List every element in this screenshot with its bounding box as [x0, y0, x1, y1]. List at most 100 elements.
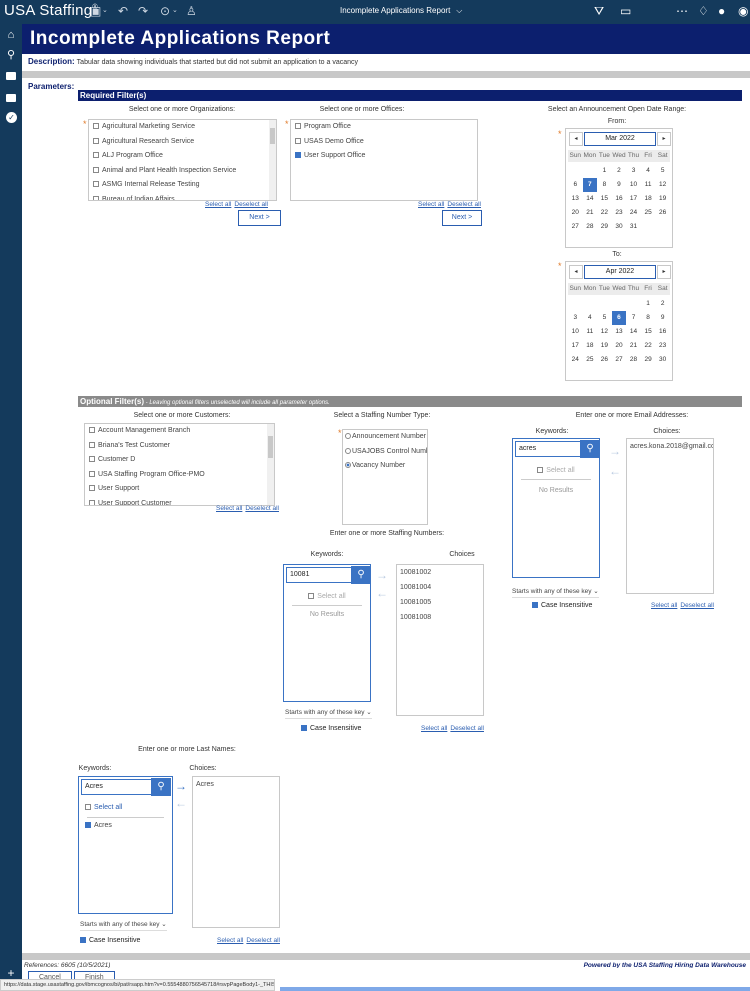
list-item[interactable]: ALJ Program Office — [89, 149, 276, 164]
arrow-left-icon[interactable]: ← — [609, 464, 621, 478]
search-icon[interactable]: ⚲ — [4, 48, 18, 62]
checkbox[interactable] — [93, 166, 99, 173]
calendar-day[interactable]: 9 — [655, 311, 670, 325]
checkbox[interactable] — [89, 499, 95, 505]
from-calendar[interactable]: ◂ Mar 2022 ▸ Sun Mon Tue Wed Thu Fri Sat 12345… — [565, 128, 673, 248]
list-item[interactable]: User Support — [85, 482, 274, 497]
calendar-day[interactable]: 17 — [626, 192, 641, 206]
case-insensitive-checkbox[interactable]: Case Insensitive — [532, 602, 592, 609]
list-item[interactable]: Program Office — [291, 120, 477, 135]
checkbox[interactable] — [89, 470, 95, 477]
calendar-day[interactable]: 5 — [655, 164, 670, 178]
checkbox[interactable] — [93, 137, 99, 144]
calendar-day[interactable]: 27 — [568, 220, 583, 234]
calendar-day[interactable]: 16 — [612, 192, 627, 206]
calendar-day[interactable]: 14 — [583, 192, 598, 206]
result-item[interactable]: Acres — [85, 822, 112, 829]
staffing-search-input[interactable]: 10081 — [286, 567, 352, 583]
list-item[interactable]: Agricultural Marketing Service — [89, 120, 276, 135]
month-display[interactable]: Apr 2022 — [584, 265, 656, 279]
checkbox[interactable] — [93, 152, 99, 158]
arrow-right-icon[interactable]: → — [609, 444, 621, 458]
list-item[interactable]: Bureau of Indian Affairs — [89, 193, 276, 200]
select-all-link[interactable]: Select all — [651, 602, 677, 609]
staffing-choices-list[interactable]: 10081002 10081004 10081005 10081008 — [396, 564, 484, 716]
radio-button[interactable] — [345, 462, 351, 468]
scrollbar[interactable] — [269, 120, 276, 200]
calendar-day[interactable]: 28 — [626, 353, 641, 367]
calendar-day[interactable]: 21 — [583, 206, 598, 220]
calendar-day[interactable]: 23 — [612, 206, 627, 220]
choice-item[interactable]: 10081005 — [397, 595, 483, 610]
checkbox[interactable] — [93, 123, 99, 129]
last-name-choices-list[interactable]: Acres — [192, 776, 280, 928]
calendar-day[interactable]: 2 — [655, 297, 670, 311]
redo-icon[interactable]: ↷ — [138, 3, 148, 19]
email-choices-list[interactable]: acres.kona.2018@gmail.com — [626, 438, 714, 594]
case-insensitive-checkbox[interactable]: Case Insensitive — [301, 725, 361, 732]
deselect-all-link[interactable]: Deselect all — [245, 505, 279, 512]
filter-icon[interactable]: ⛛ — [594, 3, 604, 19]
starts-with-dropdown[interactable]: Starts with any of these key ⌄ — [285, 708, 372, 719]
list-item[interactable]: Briana's Test Customer — [85, 439, 274, 454]
calendar-day[interactable]: 7 — [626, 311, 641, 325]
radio-button[interactable] — [345, 433, 351, 439]
calendar-day[interactable]: 14 — [626, 325, 641, 339]
bell-icon[interactable]: ♢ — [698, 3, 709, 19]
search-icon[interactable]: ⚲ — [151, 778, 171, 796]
undo-icon[interactable]: ↶ — [118, 3, 128, 19]
list-item[interactable]: USA Staffing Program Office-PMO — [85, 468, 274, 483]
calendar-day[interactable]: 26 — [655, 206, 670, 220]
list-item[interactable]: Agricultural Research Service — [89, 135, 276, 150]
selected-day[interactable]: 7 — [582, 178, 598, 192]
search-icon[interactable]: ⚲ — [351, 566, 371, 584]
more-icon[interactable]: ⋯ — [676, 3, 688, 19]
checkbox[interactable] — [295, 152, 301, 158]
staffing-type-radio-group[interactable]: Announcement Number USAJOBS Control Numbe… — [342, 429, 428, 525]
calendar-day[interactable]: 24 — [568, 353, 583, 367]
choice-item[interactable]: 10081004 — [397, 580, 483, 595]
arrow-left-icon[interactable]: ← — [175, 796, 187, 810]
org-next-button[interactable]: Next > — [238, 210, 281, 226]
help-icon[interactable]: ◉ — [738, 3, 748, 19]
select-all-link[interactable]: Select all — [216, 505, 242, 512]
calendar-day[interactable]: 20 — [612, 339, 627, 353]
report-name-menu[interactable]: Incomplete Applications Report ⌵ — [340, 6, 462, 16]
calendar-day[interactable]: 10 — [626, 178, 641, 192]
calendar-day[interactable]: 4 — [583, 311, 598, 325]
checkbox[interactable] — [295, 123, 301, 129]
calendar-day[interactable]: 15 — [641, 325, 656, 339]
next-month-button[interactable]: ▸ — [657, 132, 671, 146]
calendar-day[interactable]: 10 — [568, 325, 583, 339]
calendar-day[interactable]: 12 — [655, 178, 670, 192]
calendar-day[interactable]: 24 — [626, 206, 641, 220]
search-icon[interactable]: ⚲ — [580, 440, 600, 458]
select-all-link[interactable]: Select all — [421, 725, 447, 732]
chevron-down-icon[interactable]: ⌄ — [102, 3, 108, 19]
calendar-day[interactable]: 8 — [597, 178, 612, 192]
user-icon[interactable]: ♙ — [186, 3, 197, 19]
calendar-day[interactable]: 31 — [626, 220, 641, 234]
calendar-day[interactable]: 21 — [626, 339, 641, 353]
email-search-input[interactable]: acres — [515, 441, 581, 457]
radio-option[interactable]: Vacancy Number — [343, 459, 427, 474]
list-item[interactable]: User Support Office — [291, 149, 477, 164]
calendar-day[interactable]: 27 — [612, 353, 627, 367]
calendar-day[interactable]: 8 — [641, 311, 656, 325]
prev-month-button[interactable]: ◂ — [569, 132, 583, 146]
calendar-day[interactable]: 11 — [583, 325, 598, 339]
calendar-day[interactable]: 22 — [641, 339, 656, 353]
prev-month-button[interactable]: ◂ — [569, 265, 583, 279]
deselect-all-link[interactable]: Deselect all — [450, 725, 484, 732]
calendar-day[interactable]: 28 — [583, 220, 598, 234]
deselect-all-link[interactable]: Deselect all — [234, 201, 268, 208]
list-item[interactable]: Animal and Plant Health Inspection Servi… — [89, 164, 276, 179]
list-item[interactable]: ASMG Internal Release Testing — [89, 178, 276, 193]
profile-icon[interactable]: ● — [718, 3, 725, 19]
calendar-day[interactable]: 20 — [568, 206, 583, 220]
office-next-button[interactable]: Next > — [442, 210, 482, 226]
starts-with-dropdown[interactable]: Starts with any of these key ⌄ — [80, 920, 167, 931]
last-name-search-input[interactable]: Acres — [81, 779, 152, 795]
calendar-day[interactable]: 6 — [568, 178, 583, 192]
calendar-day[interactable]: 3 — [626, 164, 641, 178]
